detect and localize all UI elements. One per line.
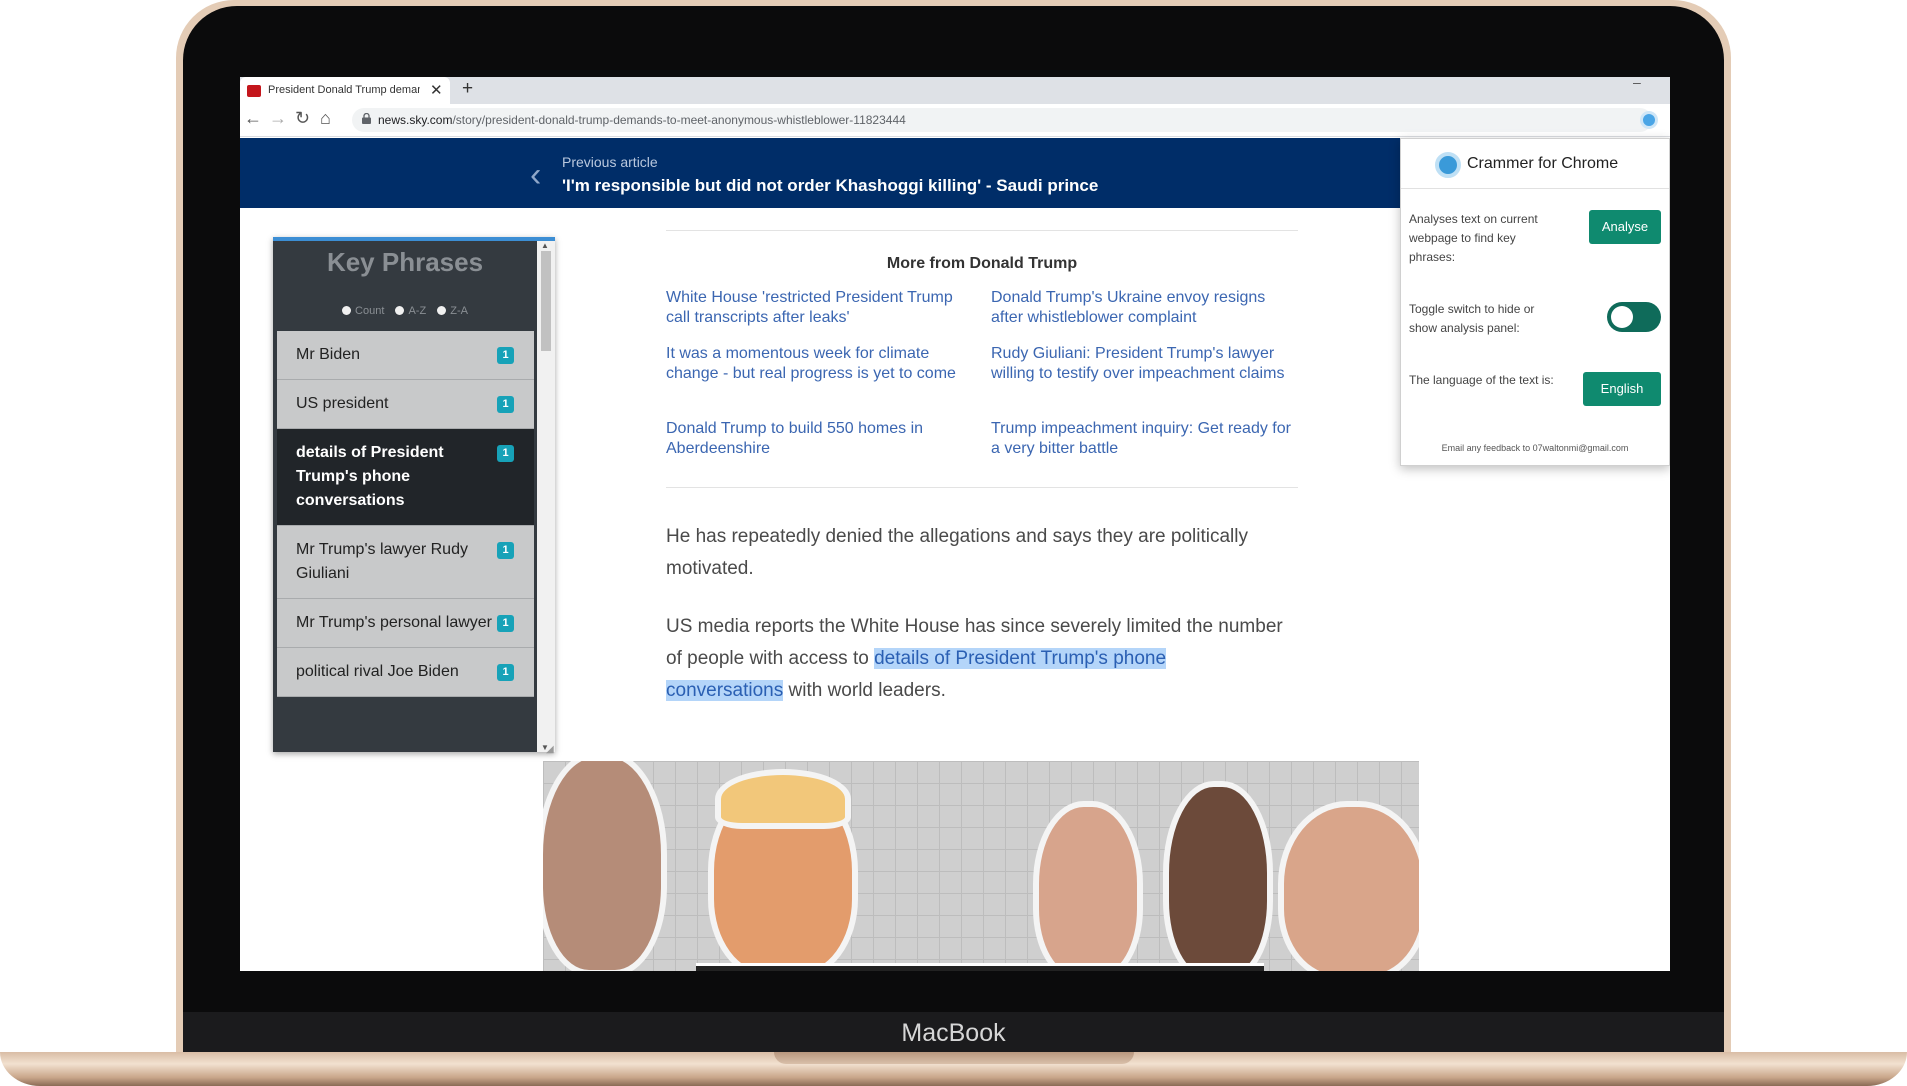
crammer-logo-icon [1435,152,1461,178]
toggle-knob [1611,306,1633,328]
key-phrase-label: political rival Joe Biden [296,663,459,680]
url-text: news.sky.com/story/president-donald-trum… [378,113,906,127]
toggle-description: Toggle switch to hide or show analysis p… [1409,302,1535,335]
reload-icon[interactable]: ↻ [295,108,310,129]
key-phrase-label: Mr Biden [296,346,361,363]
new-tab-button[interactable]: + [462,78,473,100]
url-host: news.sky.com [378,113,453,127]
related-article-link[interactable]: Rudy Giuliani: President Trump's lawyer … [991,344,1291,384]
home-icon[interactable]: ⌂ [320,108,331,129]
key-phrase-label: Mr Trump's lawyer Rudy Giuliani [296,541,468,582]
hair-cutout [715,769,851,829]
count-badge: 1 [497,542,514,559]
related-article-link[interactable]: Trump impeachment inquiry: Get ready for… [991,419,1291,459]
language-description: The language of the text is: [1409,373,1554,387]
radio-icon [395,306,405,315]
scroll-up-arrow-icon[interactable]: ▲ [541,241,549,250]
minimize-window-icon[interactable]: – [1633,77,1641,90]
person-cutout [1163,781,1273,971]
popup-header: Crammer for Chrome [1401,139,1669,189]
sort-option-label: Z-A [450,305,468,317]
previous-article-title[interactable]: 'I'm responsible but did not order Khash… [562,176,1098,196]
radio-icon [342,306,352,315]
count-badge: 1 [497,396,514,413]
key-phrase-item-active[interactable]: details of President Trump's phone conve… [277,429,534,526]
key-phrase-item[interactable]: political rival Joe Biden 1 [277,648,534,697]
image-caption-bar [696,963,1264,971]
sort-option-a-z[interactable]: A-Z [395,305,426,317]
web-page: ‹ Previous article 'I'm responsible but … [240,138,1670,971]
key-phrases-list: Mr Biden 1 US president 1 details of Pre… [277,331,534,697]
browser-tab[interactable]: President Donald Trump demand ✕ [240,77,450,104]
divider [666,487,1298,488]
url-path: /story/president-donald-trump-demands-to… [452,113,906,127]
browser-toolbar: ← → ↻ ⌂ news.sky.com/story/president-don… [240,104,1670,137]
more-from-heading: More from Donald Trump [886,255,1078,272]
sort-option-z-a[interactable]: Z-A [437,305,468,317]
crammer-extension-icon[interactable] [1640,111,1658,129]
article-image [543,761,1419,971]
resize-handle-icon[interactable]: ◢ [546,744,554,755]
laptop-notch [774,1052,1134,1064]
sort-options: Count A-Z Z-A [273,305,537,317]
analyse-description: Analyses text on current webpage to find… [1409,212,1538,264]
lock-icon [362,113,371,124]
panel-scrollbar-thumb[interactable] [541,251,551,351]
key-phrase-item[interactable]: Mr Biden 1 [277,331,534,380]
sort-option-label: A-Z [408,305,427,317]
feedback-footer: Email any feedback to 07waltonmi@gmail.c… [1441,443,1629,453]
key-phrases-title: Key Phrases [326,247,484,277]
person-cutout [1278,801,1419,971]
screen: President Donald Trump demand ✕ + – ← → … [240,77,1670,971]
tab-title: President Donald Trump demand [268,84,420,96]
person-cutout [543,761,667,971]
analysis-panel-toggle[interactable] [1607,302,1661,332]
chevron-left-icon: ‹ [530,156,542,194]
key-phrase-item[interactable]: US president 1 [277,380,534,429]
forward-arrow-icon[interactable]: → [269,108,287,129]
back-arrow-icon[interactable]: ← [244,108,262,129]
key-phrase-label: US president [296,395,389,412]
popup-title: Crammer for Chrome [1467,155,1619,172]
count-badge: 1 [497,445,514,462]
language-button[interactable]: English [1583,372,1661,406]
analyse-button[interactable]: Analyse [1589,210,1661,244]
address-bar[interactable]: news.sky.com/story/president-donald-trum… [352,108,1652,132]
key-phrase-item[interactable]: Mr Trump's personal lawyer 1 [277,599,534,648]
tab-bar: President Donald Trump demand ✕ + – [240,77,1670,104]
sort-option-label: Count [355,305,385,317]
person-cutout [1033,801,1143,971]
key-phrase-label: details of President Trump's phone conve… [296,444,444,509]
key-phrase-label: Mr Trump's personal lawyer [296,614,492,631]
related-article-link[interactable]: It was a momentous week for climate chan… [666,344,966,384]
sort-option-count[interactable]: Count [342,305,384,317]
count-badge: 1 [497,615,514,632]
crammer-popup: Crammer for Chrome Analyses text on curr… [1400,138,1670,466]
key-phrase-item[interactable]: Mr Trump's lawyer Rudy Giuliani 1 [277,526,534,599]
sky-news-favicon-icon [247,85,261,97]
radio-icon [437,306,447,315]
key-phrases-panel: Key Phrases Count A-Z Z-A Mr Biden 1 US … [273,237,555,752]
count-badge: 1 [497,664,514,681]
article-paragraph: He has repeatedly denied the allegations… [666,526,1248,579]
divider [666,230,1298,231]
article-paragraph: US media reports the White House has sin… [666,611,1286,707]
count-badge: 1 [497,347,514,364]
related-article-link[interactable]: Donald Trump's Ukraine envoy resigns aft… [991,288,1291,328]
related-article-link[interactable]: White House 'restricted President Trump … [666,288,966,328]
close-tab-icon[interactable]: ✕ [430,81,443,99]
laptop-brand-label: MacBook [901,1019,1006,1047]
previous-article-label: Previous article [562,154,658,170]
related-article-link[interactable]: Donald Trump to build 550 homes in Aberd… [666,419,966,459]
article-text: with world leaders. [783,680,946,701]
